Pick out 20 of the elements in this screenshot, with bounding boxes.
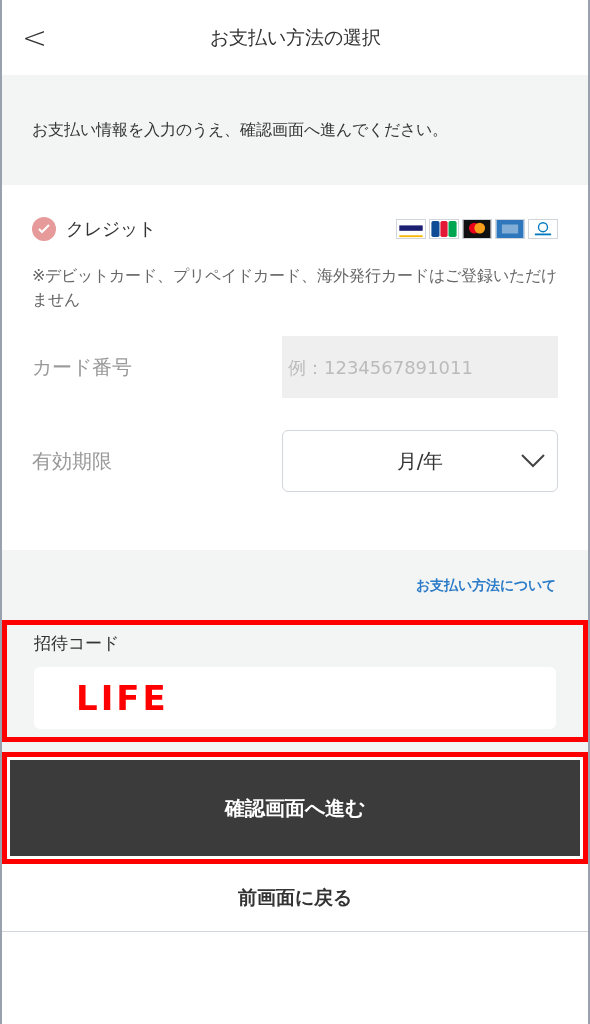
note-text: ※デビットカード、プリペイドカード、海外発行カードはご登録いただけません xyxy=(32,265,558,311)
field-label: カード番号 xyxy=(32,354,132,381)
chevron-down-icon xyxy=(521,454,545,468)
back-link[interactable]: 前画面に戻る xyxy=(238,883,352,912)
back-button[interactable]: < xyxy=(22,15,62,60)
check-icon xyxy=(32,216,56,241)
invite-label: 招待コード xyxy=(34,632,120,655)
card-logo-icon xyxy=(462,218,492,239)
card-logo-icon xyxy=(396,218,426,239)
card-logo-icon xyxy=(495,218,525,239)
expiry-select[interactable]: 月/年 xyxy=(282,430,558,492)
about-payment-link[interactable]: お支払い方法について xyxy=(416,574,556,596)
card-logo-icon xyxy=(429,218,459,239)
confirm-button[interactable]: 確認画面へ進む xyxy=(10,760,580,856)
card-logo-icon xyxy=(528,218,558,239)
credit-option[interactable]: クレジット xyxy=(32,215,156,242)
invite-code-field[interactable]: LIFE xyxy=(34,666,556,729)
notice-text: お支払い情報を入力のうえ、確認画面へ進んでください。 xyxy=(32,119,448,141)
page-title: お支払い方法の選択 xyxy=(209,25,381,51)
field-label: 有効期限 xyxy=(32,448,112,475)
